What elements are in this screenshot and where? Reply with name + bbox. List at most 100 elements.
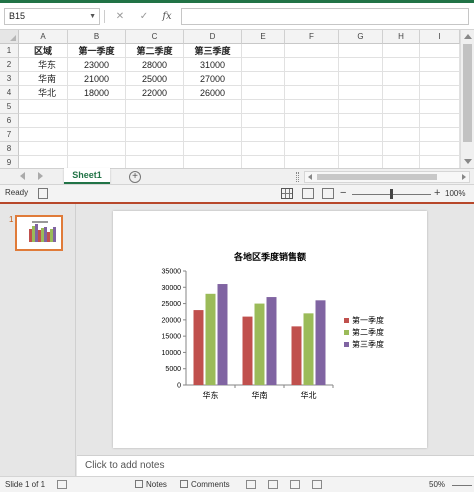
worksheet-grid[interactable]: A B C D E F G H I 1 2 3 4 5 6 7 8 9 区域 第… xyxy=(0,30,474,168)
grid-cell[interactable] xyxy=(126,128,184,142)
grid-cell[interactable] xyxy=(126,142,184,156)
cell-a4[interactable]: 华北 xyxy=(19,86,68,100)
row-header-6[interactable]: 6 xyxy=(0,114,19,128)
column-header-a[interactable]: A xyxy=(19,30,68,44)
cell-b2[interactable]: 23000 xyxy=(68,58,126,72)
grid-cell[interactable] xyxy=(184,100,242,114)
scroll-down-icon[interactable] xyxy=(464,159,472,164)
cancel-icon[interactable]: ✕ xyxy=(112,9,128,24)
grid-cell[interactable] xyxy=(383,100,420,114)
grid-cell[interactable] xyxy=(420,100,460,114)
grid-cell[interactable] xyxy=(339,156,383,168)
select-all-button[interactable] xyxy=(0,30,19,44)
grid-cell[interactable] xyxy=(285,58,339,72)
grid-cell[interactable] xyxy=(383,86,420,100)
grid-cell[interactable] xyxy=(184,156,242,168)
cell-d1[interactable]: 第三季度 xyxy=(184,44,242,58)
grid-cell[interactable] xyxy=(285,128,339,142)
formula-input[interactable] xyxy=(181,8,469,25)
zoom-level[interactable]: 100% xyxy=(445,189,465,198)
grid-cell[interactable] xyxy=(126,100,184,114)
tab-scroll-left-icon[interactable] xyxy=(20,172,25,180)
name-box[interactable]: B15 ▼ xyxy=(4,8,100,25)
slide-thumbnail[interactable] xyxy=(15,215,63,251)
grid-cell[interactable] xyxy=(420,156,460,168)
grid-cell[interactable] xyxy=(383,142,420,156)
grid-cell[interactable] xyxy=(383,58,420,72)
grid-cell[interactable] xyxy=(339,86,383,100)
row-header-4[interactable]: 4 xyxy=(0,86,19,100)
row-header-1[interactable]: 1 xyxy=(0,44,19,58)
cell-a2[interactable]: 华东 xyxy=(19,58,68,72)
cell-c2[interactable]: 28000 xyxy=(126,58,184,72)
hscroll-thumb[interactable] xyxy=(317,174,437,180)
slide-canvas[interactable]: 各地区季度销售额 0 5000 10000 15000 20000 25000 30000 3… xyxy=(113,211,427,448)
scroll-thumb[interactable] xyxy=(463,44,472,142)
grid-cell[interactable] xyxy=(68,114,126,128)
cell-d4[interactable]: 26000 xyxy=(184,86,242,100)
grid-cell[interactable] xyxy=(242,44,285,58)
spell-check-icon[interactable] xyxy=(57,480,67,489)
grid-cell[interactable] xyxy=(242,114,285,128)
grid-cell[interactable] xyxy=(68,100,126,114)
grid-cell[interactable] xyxy=(420,44,460,58)
bar-chart[interactable]: 各地区季度销售额 0 5000 10000 15000 20000 25000 30000 3… xyxy=(113,211,427,448)
row-header-8[interactable]: 8 xyxy=(0,142,19,156)
notes-pane[interactable]: Click to add notes xyxy=(77,455,474,476)
cell-c3[interactable]: 25000 xyxy=(126,72,184,86)
grid-cell[interactable] xyxy=(285,72,339,86)
tab-scroll-right-icon[interactable] xyxy=(38,172,43,180)
grid-cell[interactable] xyxy=(68,128,126,142)
grid-cell[interactable] xyxy=(420,114,460,128)
grid-cell[interactable] xyxy=(339,58,383,72)
grid-cell[interactable] xyxy=(126,114,184,128)
scroll-left-icon[interactable] xyxy=(308,174,312,180)
macro-record-icon[interactable] xyxy=(38,188,48,199)
grid-cell[interactable] xyxy=(19,142,68,156)
slide-sorter-icon[interactable] xyxy=(268,480,278,489)
grid-cell[interactable] xyxy=(383,44,420,58)
column-header-f[interactable]: F xyxy=(285,30,339,44)
grid-cell[interactable] xyxy=(19,100,68,114)
page-break-view-icon[interactable] xyxy=(322,188,334,199)
grid-cell[interactable] xyxy=(339,128,383,142)
cell-a1[interactable]: 区域 xyxy=(19,44,68,58)
grid-cell[interactable] xyxy=(420,142,460,156)
grid-cell[interactable] xyxy=(184,142,242,156)
cell-c1[interactable]: 第二季度 xyxy=(126,44,184,58)
grid-cell[interactable] xyxy=(242,58,285,72)
cell-a3[interactable]: 华南 xyxy=(19,72,68,86)
column-header-b[interactable]: B xyxy=(68,30,126,44)
grid-cell[interactable] xyxy=(420,128,460,142)
grid-cell[interactable] xyxy=(184,128,242,142)
page-layout-view-icon[interactable] xyxy=(302,188,314,199)
row-header-2[interactable]: 2 xyxy=(0,58,19,72)
grid-cell[interactable] xyxy=(383,128,420,142)
grid-cell[interactable] xyxy=(68,142,126,156)
grid-cell[interactable] xyxy=(339,142,383,156)
comments-button[interactable]: Comments xyxy=(180,479,230,491)
cell-c4[interactable]: 22000 xyxy=(126,86,184,100)
grid-cell[interactable] xyxy=(383,114,420,128)
zoom-slider-thumb[interactable] xyxy=(390,189,393,199)
grid-cell[interactable] xyxy=(285,114,339,128)
grid-cell[interactable] xyxy=(285,142,339,156)
insert-function-icon[interactable]: fx xyxy=(159,9,175,24)
grid-cell[interactable] xyxy=(383,72,420,86)
column-header-h[interactable]: H xyxy=(383,30,420,44)
grid-cell[interactable] xyxy=(242,86,285,100)
reading-view-icon[interactable] xyxy=(290,480,300,489)
grid-cell[interactable] xyxy=(19,128,68,142)
grid-cell[interactable] xyxy=(420,58,460,72)
row-header-7[interactable]: 7 xyxy=(0,128,19,142)
add-sheet-icon[interactable]: + xyxy=(129,171,141,183)
check-icon[interactable]: ✓ xyxy=(136,9,152,24)
chevron-down-icon[interactable]: ▼ xyxy=(89,9,96,24)
scroll-right-icon[interactable] xyxy=(462,174,466,180)
ppt-zoom-level[interactable]: 50% xyxy=(429,480,445,489)
notes-button[interactable]: Notes xyxy=(135,479,167,491)
cell-d2[interactable]: 31000 xyxy=(184,58,242,72)
vertical-scrollbar[interactable] xyxy=(460,30,474,168)
normal-view-icon[interactable] xyxy=(281,188,293,199)
row-header-3[interactable]: 3 xyxy=(0,72,19,86)
